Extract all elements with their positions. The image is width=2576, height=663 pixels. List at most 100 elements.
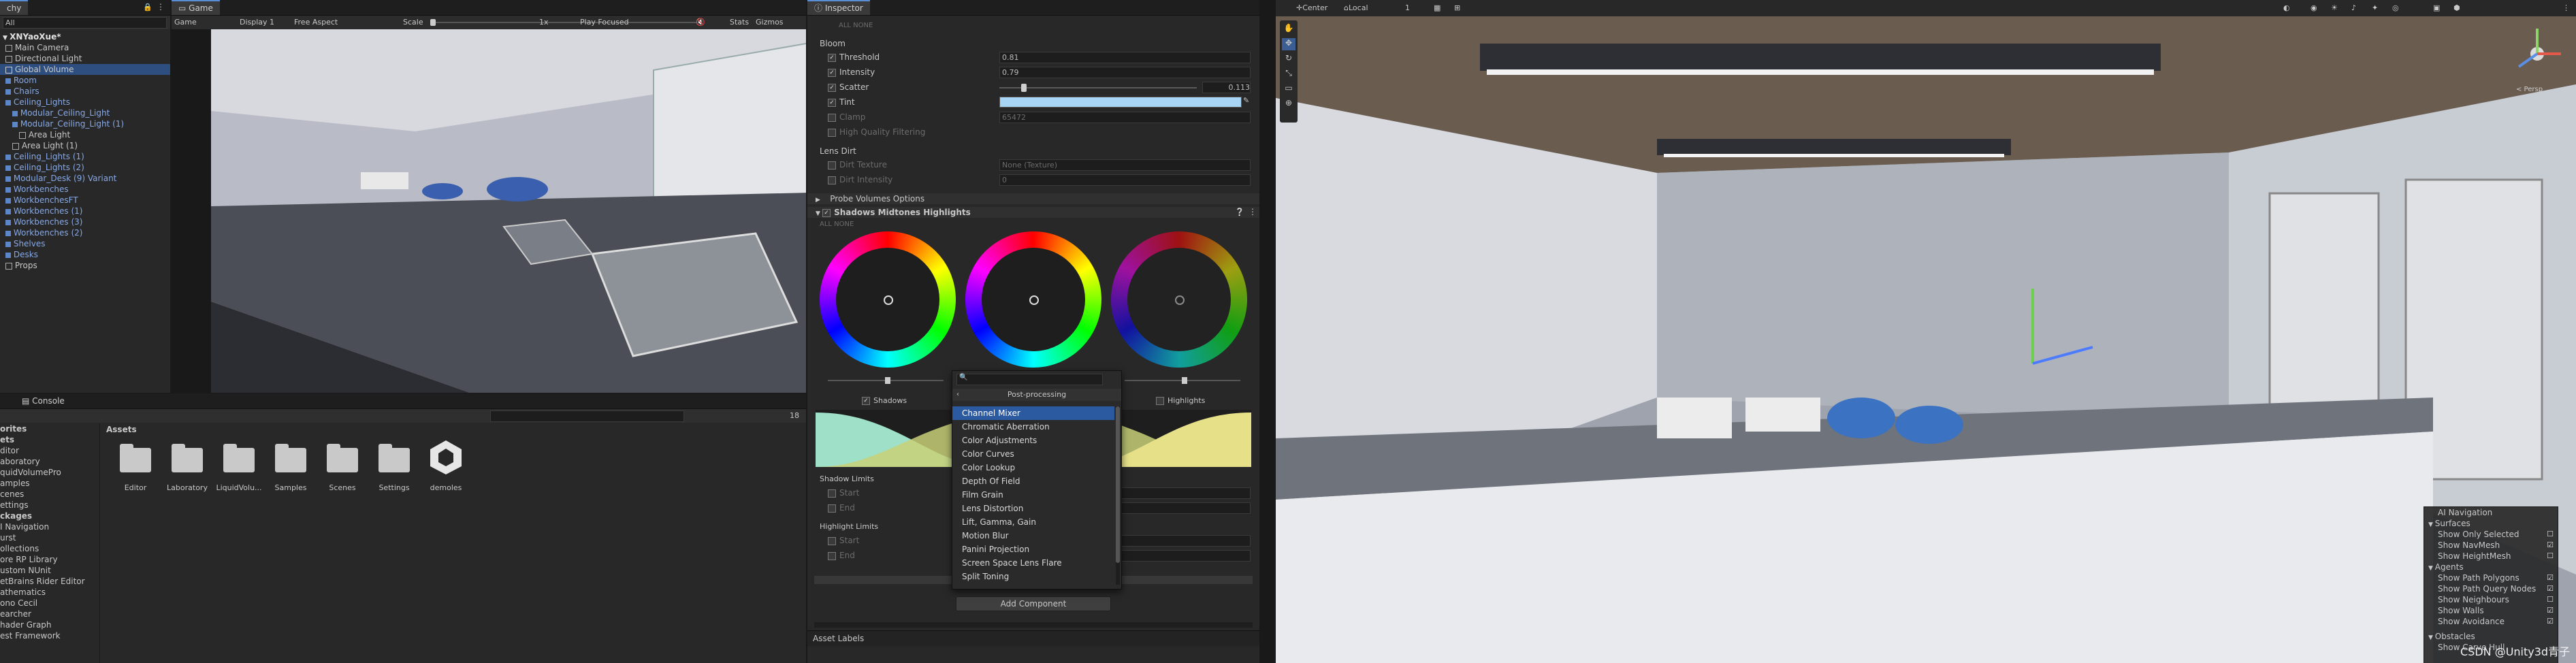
display-dropdown[interactable]: Display 1 [240,16,274,29]
show-path-polygons-toggle[interactable]: Show Path Polygons ☑ [2424,572,2558,583]
gizmos-icon[interactable]: ⬢ [2453,0,2460,16]
wheel-handle[interactable] [1029,295,1039,305]
show-navmesh-toggle[interactable]: Show NavMesh ☑ [2424,540,2558,551]
sidebar-item[interactable]: etBrains Rider Editor [0,576,99,587]
checkbox-checked-icon[interactable]: ☑ [2547,540,2554,551]
hierarchy-item[interactable]: Room [0,75,170,86]
game-mode-dropdown[interactable]: Game [174,16,197,29]
game-viewport[interactable] [211,29,806,393]
bloom-all-none[interactable]: ALL NONE [807,20,1259,31]
folder-icon[interactable] [272,444,309,474]
folder-icon[interactable] [376,444,413,474]
unity-scene-icon[interactable] [428,439,464,476]
sidebar-item[interactable]: ettings [0,500,99,511]
dirt-intensity-override-checkbox[interactable] [828,176,836,184]
shadows-curve-checkbox[interactable]: ✓ [862,397,870,405]
foldout-arrow-icon[interactable]: ▼ [2428,565,2435,572]
wheel-handle[interactable] [884,295,893,305]
highlights-tab[interactable]: Highlights [1156,396,1205,405]
foldout-arrow-icon[interactable]: ▼ [2428,521,2435,528]
stats-button[interactable]: Stats [730,16,749,29]
transform-tool-icon[interactable]: ⊕ [1282,98,1295,110]
menu-item[interactable]: Lift, Gamma, Gain [952,515,1114,529]
obstacles-foldout[interactable]: ▼ Obstacles [2424,631,2558,642]
tab-console[interactable]: ▤ Console [15,393,71,408]
tab-game[interactable]: ▭ Game [172,0,220,15]
hierarchy-item[interactable]: Modular_Desk (9) Variant [0,173,170,184]
agents-foldout[interactable]: ▼ Agents [2424,562,2558,572]
hand-tool-icon[interactable]: ✋ [1282,23,1295,35]
foldout-arrow-icon[interactable]: ▶ [816,197,822,204]
hierarchy-item[interactable]: Chairs [0,86,170,97]
tint-override-checkbox[interactable]: ✓ [828,98,836,107]
sidebar-item[interactable]: ditor [0,445,99,456]
hierarchy-item[interactable]: Workbenches [0,184,170,195]
folder-icon[interactable] [117,444,154,474]
checkbox-checked-icon[interactable]: ☑ [2547,616,2554,627]
shadows-color-wheel[interactable] [820,231,956,368]
project-breadcrumb[interactable]: Assets [106,425,137,434]
sidebar-item[interactable]: hader Graph [0,619,99,630]
hierarchy-item[interactable]: Ceiling_Lights (2) [0,162,170,173]
menu-item[interactable]: Color Lookup [952,461,1114,474]
show-path-query-nodes-toggle[interactable]: Show Path Query Nodes ☑ [2424,583,2558,594]
lock-icon[interactable]: 🔒 [143,3,152,12]
rect-tool-icon[interactable]: ▭ [1282,83,1295,95]
sidebar-item[interactable]: orites [0,423,99,434]
midtones-color-wheel[interactable] [965,231,1101,368]
shadow-end-checkbox[interactable] [828,504,836,513]
hierarchy-item[interactable]: Shelves [0,238,170,249]
hierarchy-item[interactable]: Workbenches (1) [0,206,170,216]
add-component-button[interactable]: Add Component [956,596,1111,611]
menu-item-channel-mixer[interactable]: Channel Mixer [952,406,1114,420]
show-neighbours-toggle[interactable]: Show Neighbours ☐ [2424,594,2558,605]
menu-item[interactable]: Screen Space Lens Flare [952,556,1114,570]
checkbox-icon[interactable]: ☐ [2547,594,2554,605]
sidebar-item[interactable]: quidVolumePro [0,467,99,478]
space-local-dropdown[interactable]: ⌂Local [1344,0,1368,16]
pivot-center-dropdown[interactable]: ✛Center [1296,0,1327,16]
hierarchy-item[interactable]: Area Light (1) [0,140,170,151]
sidebar-item[interactable]: I Navigation [0,521,99,532]
folder-icon[interactable] [324,444,361,474]
scale-slider[interactable] [430,19,703,26]
highlights-color-wheel[interactable] [1111,231,1247,368]
hierarchy-search-input[interactable]: All [3,17,167,29]
checkbox-checked-icon[interactable]: ☑ [2547,572,2554,583]
sidebar-item[interactable]: ets [0,434,99,445]
menu-item[interactable]: Chromatic Aberration [952,420,1114,434]
move-tool-icon[interactable]: ✥ [1282,38,1295,50]
hierarchy-item[interactable]: WorkbenchesFT [0,195,170,206]
camera-icon[interactable]: ▣ [2433,0,2440,16]
sidebar-item[interactable]: cenes [0,489,99,500]
smh-all-none[interactable]: ALL NONE [807,219,1259,230]
highlights-curve-checkbox[interactable] [1156,397,1164,405]
sidebar-item[interactable]: ono Cecil [0,598,99,609]
intensity-override-checkbox[interactable]: ✓ [828,68,836,77]
grid-snap-field[interactable]: 1 [1405,0,1410,16]
grid-toggle-icon[interactable]: ▦ [1434,0,1440,16]
clamp-field[interactable]: 65472 [999,112,1251,123]
show-avoidance-toggle[interactable]: Show Avoidance ☑ [2424,616,2558,627]
hierarchy-item[interactable]: Area Light [0,129,170,140]
lighting-toggle-icon[interactable]: ☀ [2331,0,2338,16]
hierarchy-item[interactable]: Directional Light [0,53,170,64]
2d-toggle-icon[interactable]: ◉ [2311,0,2317,16]
back-arrow-icon[interactable]: ‹ [956,389,959,401]
overlay-title[interactable]: AI Navigation [2424,507,2558,518]
wheel-handle[interactable] [1175,295,1185,305]
intensity-field[interactable]: 0.79 [999,67,1251,78]
effects-toggle-icon[interactable]: ✦ [2372,0,2378,16]
more-menu-icon[interactable]: ⋮ [157,2,165,12]
shadow-start-checkbox[interactable] [828,489,836,498]
threshold-field[interactable]: 0.81 [999,52,1251,63]
sidebar-item[interactable]: est Framework [0,630,99,641]
clamp-override-checkbox[interactable] [828,113,836,122]
hierarchy-item-selected[interactable]: Global Volume [0,64,170,75]
sidebar-item[interactable]: athematics [0,587,99,598]
folder-icon[interactable] [221,444,257,474]
scale-slider-handle[interactable] [430,19,436,26]
checkbox-checked-icon[interactable]: ☑ [2547,605,2554,616]
scatter-slider[interactable] [999,84,1197,92]
dirt-texture-field[interactable]: None (Texture) [999,159,1251,171]
